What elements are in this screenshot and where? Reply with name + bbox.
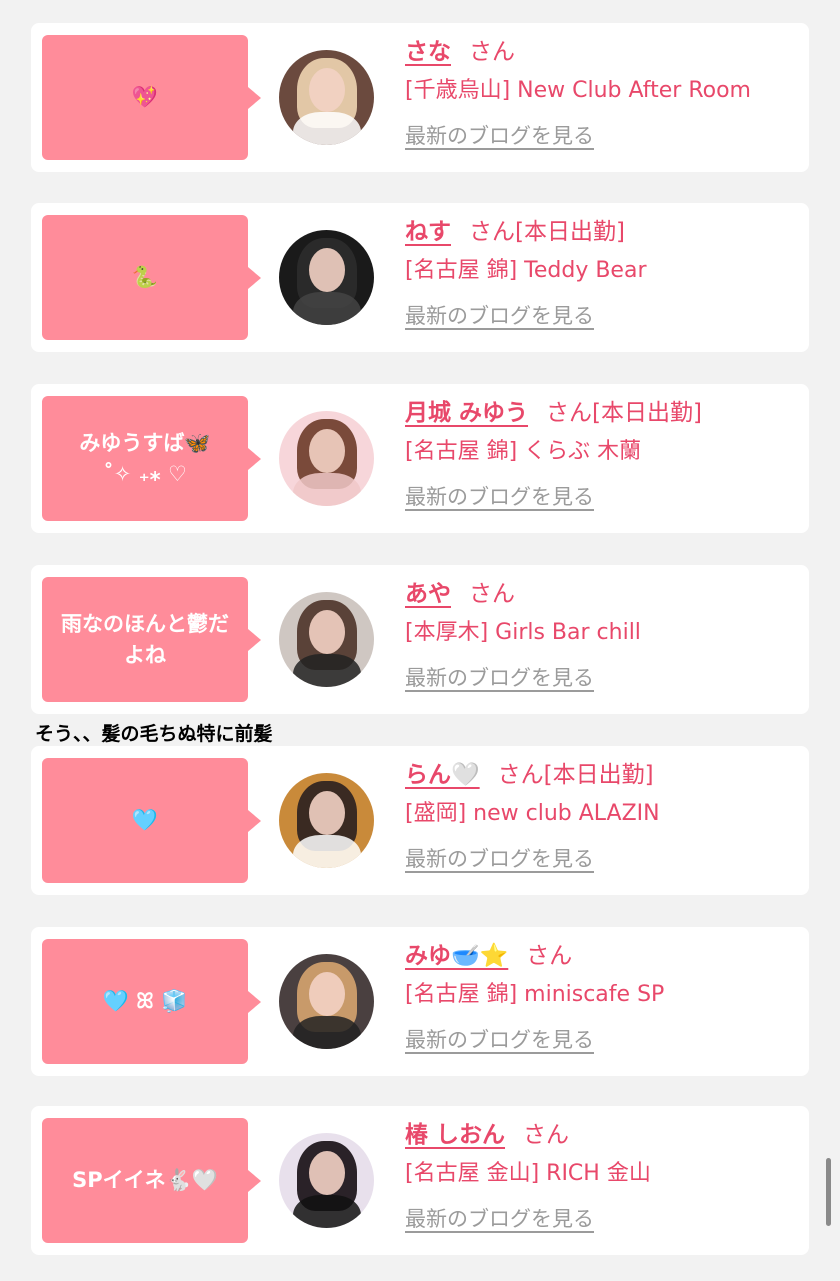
cast-name-link[interactable]: ねす (405, 219, 451, 245)
avatar-body (293, 1195, 361, 1228)
avatar-face (309, 610, 345, 654)
latest-blog-link[interactable]: 最新のブログを見る (405, 301, 594, 331)
avatar[interactable] (279, 592, 374, 687)
cast-name-link[interactable]: さな (405, 39, 451, 65)
avatar[interactable] (279, 773, 374, 868)
scrollbar[interactable] (826, 1158, 831, 1226)
shop-name: [名古屋 錦] Teddy Bear (405, 258, 647, 283)
honorific: さん (469, 219, 515, 245)
overlay-caption: そう、、髪の毛ちぬ特に前髪 (35, 723, 273, 745)
shop-name: [名古屋 錦] miniscafe SP (405, 982, 665, 1007)
avatar-face (309, 248, 345, 292)
cast-info: 椿 しおん さん [名古屋 金山] RICH 金山 最新のブログを見る (405, 1118, 799, 1234)
cast-info: さな さん [千歳烏山] New Club After Room 最新のブログを見… (405, 35, 799, 151)
avatar-body (293, 112, 361, 145)
avatar-face (309, 429, 345, 473)
avatar-face (309, 972, 345, 1016)
honorific: さん (469, 39, 515, 65)
latest-blog-link[interactable]: 最新のブログを見る (405, 482, 594, 512)
latest-blog-link[interactable]: 最新のブログを見る (405, 121, 594, 151)
message-bubble: 💖 (42, 35, 261, 160)
cast-info: みゆ🥣⭐ さん [名古屋 錦] miniscafe SP 最新のブログを見る (405, 939, 799, 1055)
shop-name: [盛岡] new club ALAZIN (405, 801, 660, 826)
cast-name-link[interactable]: あや (405, 581, 451, 607)
avatar-body (293, 654, 361, 687)
cast-info: あや さん [本厚木] Girls Bar chill 最新のブログを見る (405, 577, 799, 693)
honorific: さん (497, 762, 544, 788)
avatar-body (293, 292, 361, 325)
name-row: あや さん (405, 577, 799, 611)
cast-card[interactable]: 🩵 ꕤ 🧊 みゆ🥣⭐ さん [名古屋 錦] miniscafe SP 最新のブログ… (31, 927, 809, 1076)
avatar[interactable] (279, 50, 374, 145)
avatar[interactable] (279, 230, 374, 325)
latest-blog-link[interactable]: 最新のブログを見る (405, 1204, 594, 1234)
shop-name: [名古屋 金山] RICH 金山 (405, 1161, 651, 1186)
avatar[interactable] (279, 1133, 374, 1228)
cast-info: 月城 みゆう さん[本日出勤] [名古屋 錦] くらぶ 木蘭 最新のブログを見る (405, 396, 799, 512)
avatar-body (293, 473, 361, 506)
message-bubble: 🩵 (42, 758, 261, 883)
name-row: さな さん (405, 35, 799, 69)
shop-name: [千歳烏山] New Club After Room (405, 78, 751, 103)
cast-name-link[interactable]: 月城 みゆう (405, 400, 528, 426)
cast-card[interactable]: 🩵 らん🤍 さん[本日出勤] [盛岡] new club ALAZIN 最新のブロ… (31, 746, 809, 895)
cast-card[interactable]: 雨なのほんと鬱だよね あや さん [本厚木] Girls Bar chill 最新… (31, 565, 809, 714)
avatar[interactable] (279, 954, 374, 1049)
honorific: さん (526, 943, 573, 969)
avatar-body (293, 1016, 361, 1049)
cast-card[interactable]: SPイイネ🐇🤍 椿 しおん さん [名古屋 金山] RICH 金山 最新のブログを… (31, 1106, 809, 1255)
message-bubble: 🩵 ꕤ 🧊 (42, 939, 261, 1064)
avatar-face (309, 1151, 345, 1195)
avatar[interactable] (279, 411, 374, 506)
shop-name: [名古屋 錦] くらぶ 木蘭 (405, 439, 642, 464)
avatar-face (309, 68, 345, 112)
cast-name-link[interactable]: らん🤍 (405, 762, 480, 788)
message-bubble: 雨なのほんと鬱だよね (42, 577, 261, 702)
name-row: 椿 しおん さん (405, 1118, 799, 1152)
latest-blog-link[interactable]: 最新のブログを見る (405, 844, 594, 874)
latest-blog-link[interactable]: 最新のブログを見る (405, 663, 594, 693)
cast-name-link[interactable]: みゆ🥣⭐ (405, 943, 508, 969)
avatar-face (309, 791, 345, 835)
honorific: さん (469, 581, 515, 607)
cast-info: らん🤍 さん[本日出勤] [盛岡] new club ALAZIN 最新のブログを… (405, 758, 799, 874)
cast-name-link[interactable]: 椿 しおん (405, 1122, 505, 1148)
cast-card[interactable]: みゆうすば🦋 ˚✧ ₊⁎ ♡ 月城 みゆう さん[本日出勤] [名古屋 錦] くら… (31, 384, 809, 533)
latest-blog-link[interactable]: 最新のブログを見る (405, 1025, 594, 1055)
shop-name: [本厚木] Girls Bar chill (405, 620, 641, 645)
status-badge: [本日出勤] (592, 400, 702, 426)
honorific: さん (546, 400, 593, 426)
honorific: さん (523, 1122, 570, 1148)
name-row: みゆ🥣⭐ さん (405, 939, 799, 973)
name-row: らん🤍 さん[本日出勤] (405, 758, 799, 792)
status-badge: [本日出勤] (515, 219, 625, 245)
cast-card[interactable]: 🐍 ねす さん[本日出勤] [名古屋 錦] Teddy Bear 最新のブログを見… (31, 203, 809, 352)
name-row: 月城 みゆう さん[本日出勤] (405, 396, 799, 430)
message-bubble: みゆうすば🦋 ˚✧ ₊⁎ ♡ (42, 396, 261, 521)
status-badge: [本日出勤] (543, 762, 654, 788)
cast-info: ねす さん[本日出勤] [名古屋 錦] Teddy Bear 最新のブログを見る (405, 215, 799, 331)
cast-card[interactable]: 💖 さな さん [千歳烏山] New Club After Room 最新のブログ… (31, 23, 809, 172)
message-bubble: SPイイネ🐇🤍 (42, 1118, 261, 1243)
name-row: ねす さん[本日出勤] (405, 215, 799, 249)
message-bubble: 🐍 (42, 215, 261, 340)
avatar-body (293, 835, 361, 868)
